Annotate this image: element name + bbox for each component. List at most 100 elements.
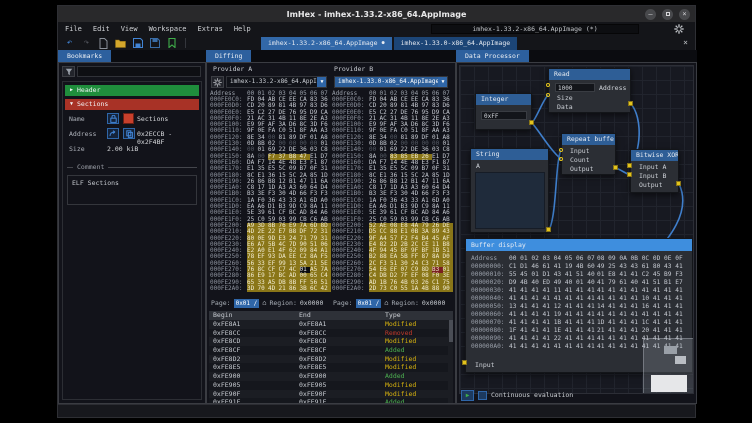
save-as-icon[interactable] [149,38,160,49]
hex-byte[interactable]: 86 [289,286,300,292]
provider-b-select[interactable]: imhex-1.33.0-x86_64.AppImage ▼ [334,76,448,88]
tab-diffing[interactable]: Diffing [206,50,251,62]
lock-icon[interactable] [107,113,119,124]
page-input[interactable]: 0x01 / [234,299,260,308]
table-row[interactable]: 0xFE8CF0xFE8CFAdded [209,346,453,355]
hex-byte[interactable]: 2D [369,286,380,292]
node-minimap[interactable] [643,338,694,394]
xor-input-a-pin[interactable] [627,163,632,168]
home-icon[interactable]: ⌂ [262,299,266,307]
node-integer[interactable]: Integer 0xFF [475,93,532,130]
copy-address-icon[interactable] [123,128,135,139]
redo-icon[interactable]: ↷ [81,38,92,49]
hex-byte[interactable]: 70 [258,286,269,292]
menu-item-file[interactable]: File [65,25,82,33]
filter-icon[interactable] [62,66,75,77]
string-text-area[interactable] [475,172,545,229]
hex-view-provider-a[interactable]: Address0001020304050607000FE0C0:FD04ABCE… [210,90,332,295]
table-cell: Modified [381,355,453,364]
table-row[interactable]: 0xFE8A10xFE8A1Modified [209,320,453,329]
bookmark-entry-header[interactable]: ▶Header [65,85,199,96]
comment-textarea[interactable]: ELF Sections [67,175,197,205]
table-row[interactable]: 0xFE9000xFE900Added [209,372,453,381]
repeat-input-pin[interactable] [559,148,563,152]
jump-to-address-icon[interactable] [107,128,119,139]
home-icon[interactable]: ⌂ [384,299,388,307]
buffer-input-pin[interactable] [462,360,467,365]
hex-byte[interactable]: 73 [380,286,391,292]
create-file-icon[interactable] [98,38,109,49]
bookmark-create-icon[interactable] [166,38,177,49]
chevron-down-icon[interactable]: ▼ [317,76,327,88]
table-row[interactable]: 0xFE91F0xFE91FAdded [209,398,453,403]
menu-item-extras[interactable]: Extras [198,25,223,33]
node-bitwise-xor[interactable]: Bitwise XOR Input A Input B Output [630,149,679,193]
tab-close-icon[interactable]: × [683,39,688,47]
integer-value-input[interactable]: 0xFF [481,111,527,120]
table-row[interactable]: 0xFE8CD0xFE8CDModified [209,337,453,346]
hex-byte[interactable]: 3B [300,286,311,292]
table-row[interactable]: 0xFE90F0xFE90FModified [209,390,453,399]
hex-view-provider-b[interactable]: Address0001020304050607000FE0C0:FD04ABCE… [332,90,454,295]
read-size-pin[interactable] [546,93,550,97]
node-canvas[interactable]: Read 1000 Address Size Data Integer 0xFF… [459,65,694,394]
menu-item-help[interactable]: Help [234,25,251,33]
hex-byte[interactable]: 4B [422,286,433,292]
bookmark-entry-sections[interactable]: ▼Sections [65,99,199,110]
hex-byte[interactable]: 1A [411,286,422,292]
repeat-count-pin[interactable] [559,157,563,161]
node-repeat-buffer[interactable]: Repeat buffer Input Count Output [561,133,616,175]
hex-byte[interactable]: C0 [390,286,401,292]
hex-byte[interactable]: 90 [443,286,454,292]
hex-byte[interactable]: 55 [401,286,412,292]
menu-item-workspace[interactable]: Workspace [149,25,187,33]
bookmark-color-swatch[interactable] [123,113,134,124]
table-row[interactable]: 0xFE8D20xFE8D2Modified [209,355,453,364]
document-tab[interactable]: imhex-1.33.2-x86_64.AppImage● [261,37,392,50]
minimize-icon[interactable]: – [645,9,656,20]
hex-byte[interactable]: 42 [321,286,332,292]
read-address-input[interactable]: 1000 [555,83,595,92]
repeat-count-label: Count [570,156,590,164]
diff-settings-gear-icon[interactable] [211,76,224,88]
node-string[interactable]: String A [470,148,549,233]
continuous-evaluation-checkbox[interactable] [478,391,487,400]
table-scrollbar[interactable] [448,320,453,403]
settings-gear-icon[interactable] [674,24,684,34]
chevron-down-icon[interactable]: ▼ [438,76,448,88]
hex-byte[interactable]: 88 [432,286,443,292]
page-input[interactable]: 0x01 / [356,299,382,308]
close-icon[interactable]: × [679,9,690,20]
current-file-box[interactable]: imhex-1.33.2-x86_64.AppImage (*) [431,24,639,34]
hex-byte[interactable]: 21 [279,286,290,292]
hex-byte[interactable]: 4D [268,286,279,292]
run-icon[interactable]: ▶ [461,390,474,401]
repeat-output-pin[interactable] [613,165,618,170]
undo-icon[interactable]: ↶ [64,38,75,49]
table-row[interactable]: 0xFE9050xFE905Modified [209,381,453,390]
scrollbar-thumb[interactable] [449,320,453,342]
open-file-icon[interactable] [115,38,126,49]
xor-output-pin[interactable] [676,181,681,186]
string-output-pin[interactable] [546,227,551,232]
tab-bookmarks[interactable]: Bookmarks [58,50,111,62]
title-bar[interactable]: ImHex - imhex-1.33.2-x86_64.AppImage – × [58,6,695,22]
read-data-output-pin[interactable] [628,101,633,106]
table-row[interactable]: 0xFE8E50xFE8E5Modified [209,363,453,372]
read-address-pin[interactable] [546,83,550,87]
hex-byte[interactable]: 6C [310,286,321,292]
bookmark-filter-input[interactable] [77,66,201,77]
save-icon[interactable] [132,38,143,49]
integer-output-pin[interactable] [529,120,534,125]
table-row[interactable]: 0xFE8CC0xFE8CCRemoved [209,329,453,338]
xor-input-b-pin[interactable] [627,172,632,177]
menu-item-edit[interactable]: Edit [93,25,110,33]
provider-a-select[interactable]: imhex-1.33.2-x86_64.AppIma ▼ [226,76,327,88]
node-read[interactable]: Read 1000 Address Size Data [548,68,631,113]
restore-icon[interactable] [662,9,673,20]
hex-byte[interactable]: 3D [247,286,258,292]
tab-data-processor[interactable]: Data Processor [456,50,529,62]
document-tab[interactable]: imhex-1.33.0-x86_64.AppImage [394,37,518,50]
table-header[interactable]: Begin End Type [209,311,453,320]
menu-item-view[interactable]: View [121,25,138,33]
